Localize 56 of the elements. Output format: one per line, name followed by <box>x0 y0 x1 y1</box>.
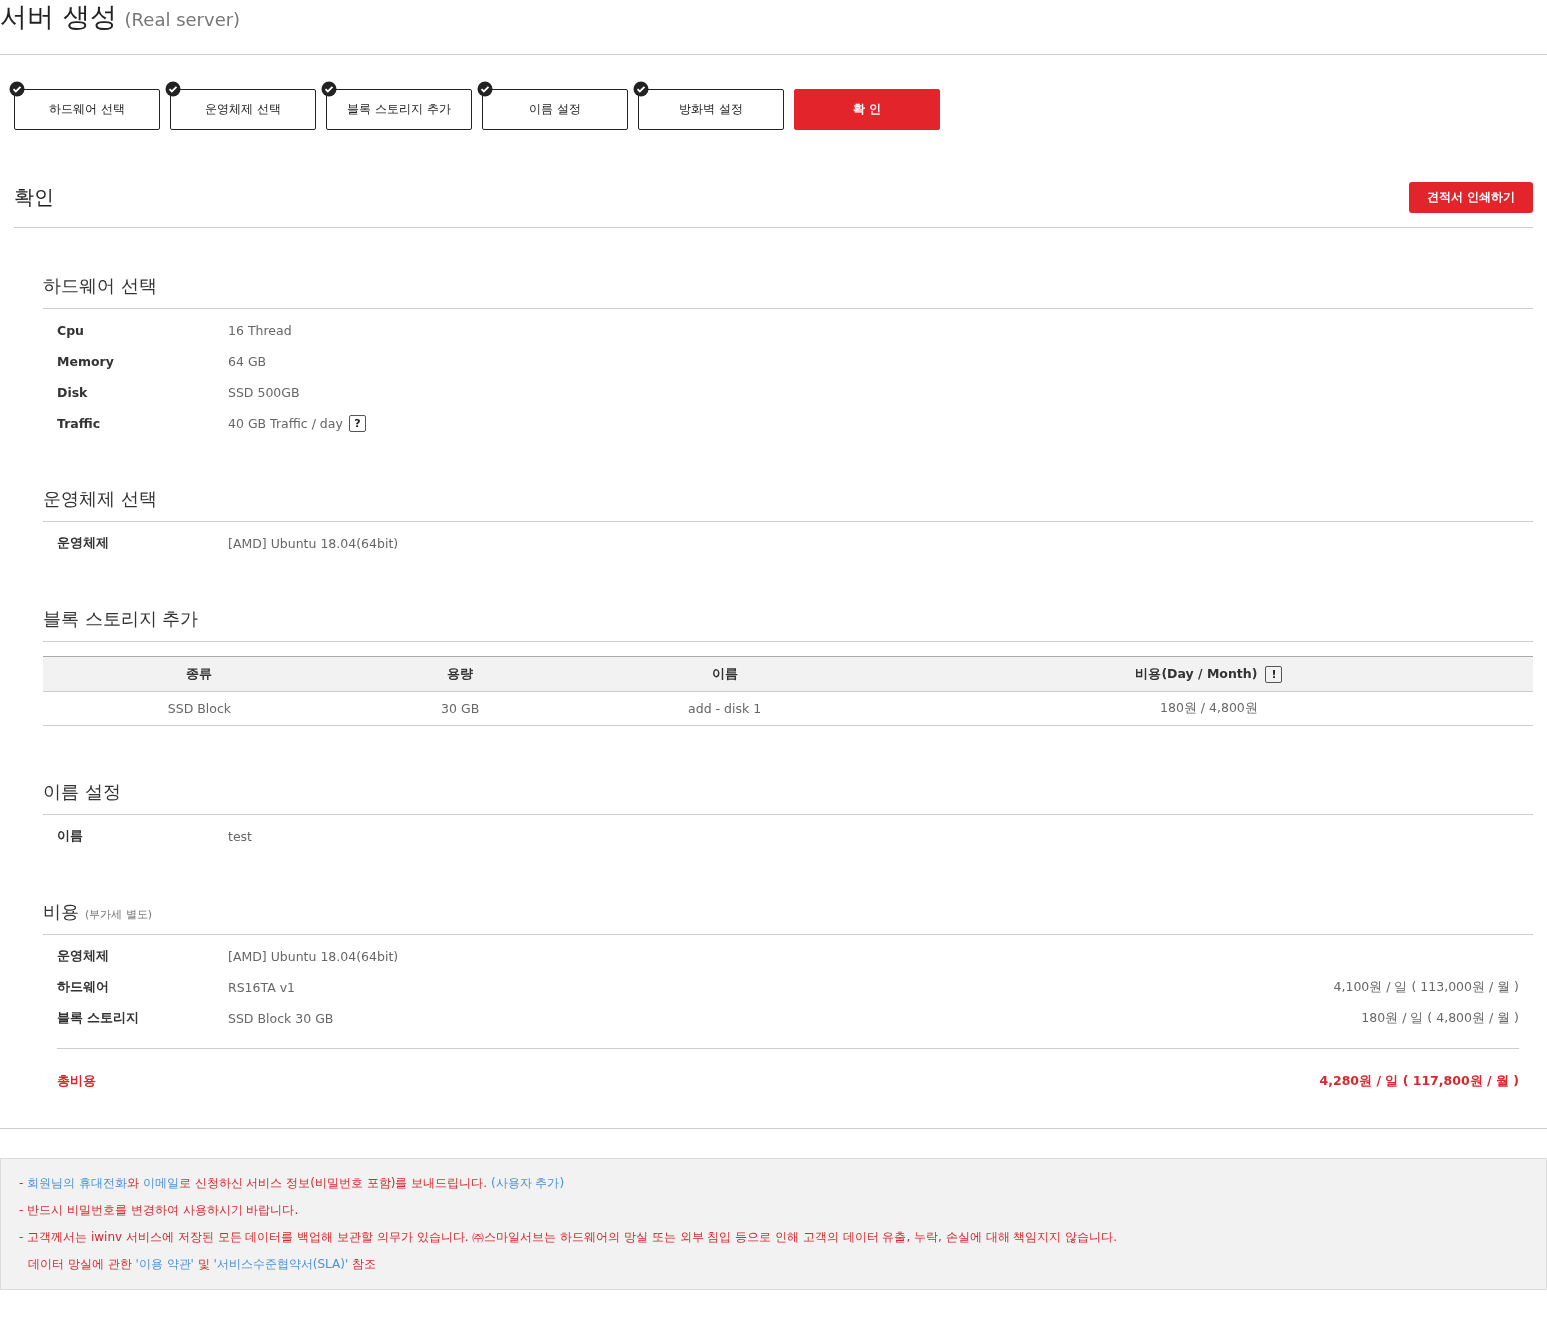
section-heading: 블록 스토리지 추가 <box>43 607 1533 642</box>
total-price: 4,280원 / 일 ( 117,800원 / 월 ) <box>1319 1073 1519 1090</box>
column-header: 종류 <box>43 656 356 692</box>
table-cell: 180원 / 4,800원 <box>884 691 1533 726</box>
price-value: 180원 / 일 ( 4,800원 / 월 ) <box>1361 1010 1519 1027</box>
notice-text: 데이터 망실에 관한 <box>28 1257 133 1271</box>
table-cell: SSD Block <box>43 691 356 726</box>
field-label: Memory <box>57 354 115 369</box>
notice-text: - 고객께서는 iwinv 서비스에 저장된 모든 데이터를 백업해 보관할 의무가 있습니다. ㈜스마일서브는 하드웨어의 망실 또는 외부 침입 등으로 인해 고객의 데이터 유출, 누락, 손실에 대해 책임지지 않습니다. <box>19 1230 1117 1244</box>
price-value: 4,100원 / 일 ( 113,000원 / 월 ) <box>1333 979 1519 996</box>
column-header: 이름 <box>564 656 885 692</box>
vat-note: (부가세 별도) <box>85 907 153 922</box>
field-value: RS16TA v1 <box>228 980 296 995</box>
field-label: Disk <box>57 385 89 400</box>
field-label: 이름 <box>57 828 84 845</box>
field-value: SSD Block 30 GB <box>228 1011 334 1026</box>
column-header: 용량 <box>355 656 565 692</box>
help-icon[interactable]: ? <box>348 415 366 432</box>
field-value: 16 Thread <box>228 323 292 338</box>
field-label: 블록 스토리지 <box>57 1010 141 1027</box>
notice-text: 참조 <box>351 1257 377 1271</box>
field-label: 운영체제 <box>57 535 110 552</box>
notice-text: 로 신청하신 서비스 정보(비밀번호 포함)를 보내드립니다. <box>178 1176 489 1190</box>
step-tab[interactable]: 방화벽 설정 <box>638 89 784 130</box>
step-tab[interactable]: 이름 설정 <box>482 89 628 130</box>
table-cell: 30 GB <box>355 691 565 726</box>
step-tab[interactable]: 블록 스토리지 추가 <box>326 89 472 130</box>
print-quote-button[interactable]: 견적서 인쇄하기 <box>1408 182 1533 213</box>
step-tab[interactable]: 운영체제 선택 <box>170 89 316 130</box>
step-tab[interactable]: 확 인 <box>794 89 940 130</box>
notice-text: 및 <box>196 1257 211 1271</box>
field-label: 하드웨어 <box>57 979 110 996</box>
field-value: [AMD] Ubuntu 18.04(64bit) <box>228 536 399 551</box>
info-icon[interactable]: ! <box>1265 665 1283 683</box>
field-label: 운영체제 <box>57 948 110 965</box>
field-value: test <box>228 829 252 844</box>
section-heading: 이름 설정 <box>43 780 1533 815</box>
page-subtitle: (Real server) <box>124 8 241 32</box>
page-title: 서버 생성 <box>0 0 117 34</box>
field-value: 64 GB <box>228 354 267 369</box>
step-tab[interactable]: 하드웨어 선택 <box>14 89 160 130</box>
notice-text: - <box>19 1176 25 1190</box>
notice-text: 와 <box>127 1176 140 1190</box>
total-label: 총비용 <box>57 1073 97 1090</box>
section-heading: 운영체제 선택 <box>43 487 1533 522</box>
section-heading: 비용 <box>43 900 79 924</box>
notice-text: - 반드시 비밀번호를 변경하여 사용하시기 바랍니다. <box>19 1203 299 1217</box>
field-value: [AMD] Ubuntu 18.04(64bit) <box>228 949 399 964</box>
column-header: 비용(Day / Month) ! <box>884 656 1533 692</box>
table-cell: add - disk 1 <box>564 691 885 726</box>
field-label: Traffic <box>57 416 102 431</box>
section-title: 확인 <box>14 184 54 211</box>
section-heading: 하드웨어 선택 <box>43 274 1533 309</box>
field-value: SSD 500GB <box>228 385 300 400</box>
field-label: Cpu <box>57 323 86 338</box>
field-value: 40 GB Traffic / day <box>228 416 343 431</box>
